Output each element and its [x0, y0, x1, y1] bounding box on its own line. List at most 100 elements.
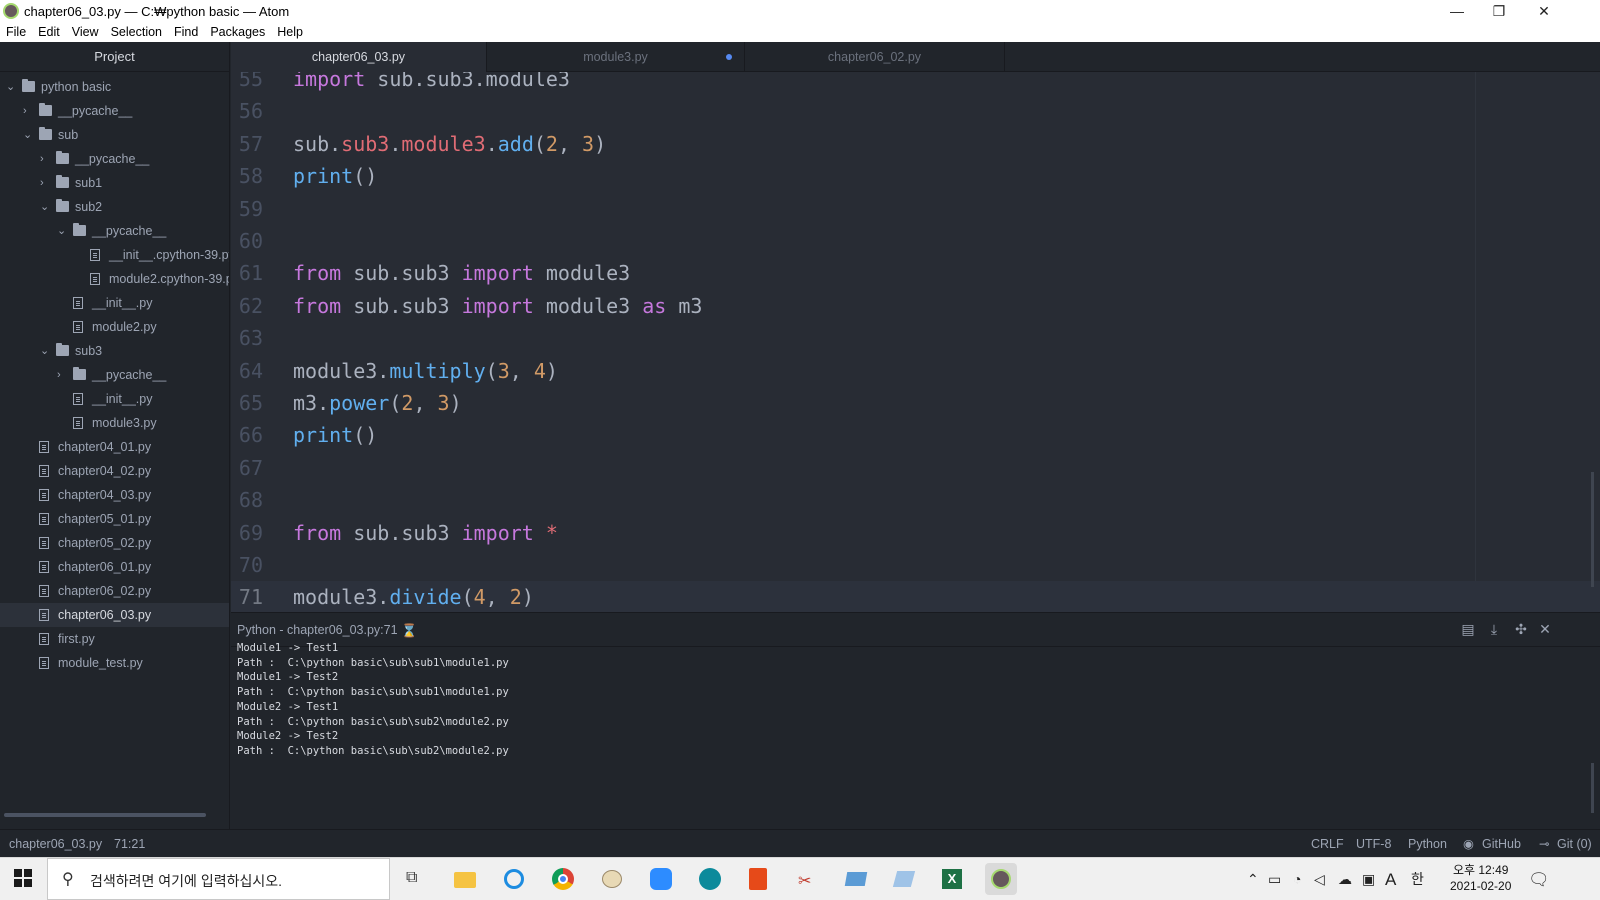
tree-file[interactable]: chapter04_01.py	[0, 435, 229, 459]
menu-view[interactable]: View	[72, 25, 99, 39]
minimize-button[interactable]: —	[1434, 0, 1480, 22]
status-grammar[interactable]: Python	[1408, 830, 1447, 858]
excel-icon[interactable]: X	[936, 863, 968, 895]
tree-file[interactable]: chapter06_02.py	[0, 579, 229, 603]
tree-file[interactable]: module3.py	[0, 411, 229, 435]
code-line[interactable]: 67	[231, 452, 1600, 484]
windows-start-icon[interactable]	[14, 869, 32, 887]
status-github[interactable]: GitHub	[1482, 830, 1521, 858]
tree-file[interactable]: module2.py	[0, 315, 229, 339]
tree-file[interactable]: chapter06_01.py	[0, 555, 229, 579]
download-icon[interactable]: ⤓	[1485, 621, 1503, 638]
notepad-icon[interactable]	[888, 863, 920, 895]
tree-folder[interactable]: › __pycache__	[0, 363, 229, 387]
code-line[interactable]: 68	[231, 484, 1600, 516]
code-line[interactable]: 62 from sub.sub3 import module3 as m3	[231, 290, 1600, 322]
tab-module3[interactable]: module3.py	[487, 42, 745, 72]
code-line[interactable]: 60	[231, 225, 1600, 257]
tree-file[interactable]: chapter05_01.py	[0, 507, 229, 531]
ime-language-indicator[interactable]: 한	[1411, 858, 1424, 900]
status-git[interactable]: Git (0)	[1557, 830, 1592, 858]
chevron-down-icon[interactable]: ⌄	[6, 75, 16, 99]
tree-file[interactable]: chapter04_03.py	[0, 483, 229, 507]
tree-folder[interactable]: ⌄ sub	[0, 123, 229, 147]
tree-folder[interactable]: › __pycache__	[0, 99, 229, 123]
code-line[interactable]: 69 from sub.sub3 import *	[231, 517, 1600, 549]
code-editor[interactable]: 55 import sub.sub3.module3 56 57 sub.sub3.mo…	[231, 72, 1600, 612]
ime-mode-indicator[interactable]: A	[1385, 858, 1396, 900]
tray-chevron-icon[interactable]: ⌃	[1247, 858, 1259, 900]
tree-folder[interactable]: › sub1	[0, 171, 229, 195]
close-panel-icon[interactable]: ✕	[1536, 621, 1554, 638]
paint-icon[interactable]	[596, 863, 628, 895]
wifi-icon[interactable]: ◔	[1293, 858, 1301, 900]
copy-output-icon[interactable]: ▤	[1459, 621, 1477, 638]
pin-icon[interactable]: ✣	[1512, 621, 1530, 638]
code-line[interactable]: 57 sub.sub3.module3.add(2, 3)	[231, 128, 1600, 160]
code-line[interactable]: 63	[231, 322, 1600, 354]
editor-scrollbar[interactable]	[1591, 472, 1594, 587]
camera-icon[interactable]: ▣	[1362, 858, 1375, 900]
tree-horizontal-scrollbar[interactable]	[4, 813, 206, 817]
tree-folder[interactable]: ⌄ python basic	[0, 75, 229, 99]
atom-taskbar-icon[interactable]	[985, 863, 1017, 895]
snipping-tool-icon[interactable]: ✂	[791, 863, 823, 895]
internet-explorer-icon[interactable]	[498, 863, 530, 895]
edge-icon[interactable]	[694, 863, 726, 895]
tree-file[interactable]: chapter05_02.py	[0, 531, 229, 555]
chevron-down-icon[interactable]: ⌄	[23, 123, 33, 147]
menu-selection[interactable]: Selection	[111, 25, 162, 39]
github-icon[interactable]: ◉	[1463, 830, 1474, 858]
chevron-right-icon[interactable]: ›	[23, 99, 33, 123]
code-line[interactable]: 61 from sub.sub3 import module3	[231, 257, 1600, 289]
status-line-ending[interactable]: CRLF	[1311, 830, 1344, 858]
tree-file[interactable]: __init__.py	[0, 387, 229, 411]
tree-file[interactable]: first.py	[0, 627, 229, 651]
code-line[interactable]: 55 import sub.sub3.module3	[231, 72, 1600, 95]
notification-icon[interactable]: 🗨	[1528, 858, 1550, 900]
volume-icon[interactable]: ◁	[1314, 858, 1325, 900]
code-line[interactable]: 65 m3.power(2, 3)	[231, 387, 1600, 419]
code-line[interactable]: 58 print()	[231, 160, 1600, 192]
close-button[interactable]: ✕	[1521, 0, 1567, 22]
tree-file[interactable]: module2.cpython-39.pyc	[0, 267, 229, 291]
chevron-right-icon[interactable]: ›	[40, 147, 50, 171]
tree-folder[interactable]: ⌄ __pycache__	[0, 219, 229, 243]
chevron-down-icon[interactable]: ⌄	[40, 339, 50, 363]
project-panel-title[interactable]: Project	[0, 42, 229, 72]
status-encoding[interactable]: UTF-8	[1356, 830, 1391, 858]
maximize-button[interactable]: ❐	[1476, 0, 1522, 22]
tree-file[interactable]: module_test.py	[0, 651, 229, 675]
tree-folder[interactable]: ⌄ sub2	[0, 195, 229, 219]
code-line[interactable]: 64 module3.multiply(3, 4)	[231, 355, 1600, 387]
menu-file[interactable]: File	[6, 25, 26, 39]
menu-edit[interactable]: Edit	[38, 25, 60, 39]
tree-file[interactable]: chapter04_02.py	[0, 459, 229, 483]
code-line[interactable]: 56	[231, 95, 1600, 127]
menu-find[interactable]: Find	[174, 25, 198, 39]
menu-packages[interactable]: Packages	[210, 25, 265, 39]
tree-file[interactable]: __init__.cpython-39.pyc	[0, 243, 229, 267]
panel-scrollbar[interactable]	[1591, 763, 1594, 813]
code-line[interactable]: 70	[231, 549, 1600, 581]
code-line[interactable]: 66 print()	[231, 419, 1600, 451]
tree-folder[interactable]: › __pycache__	[0, 147, 229, 171]
status-cursor-position[interactable]: 71:21	[114, 830, 145, 858]
zoom-icon[interactable]	[645, 863, 677, 895]
tray-device-icon[interactable]: ▭	[1268, 858, 1281, 900]
clock[interactable]: 오후 12:49 2021-02-20	[1450, 862, 1511, 894]
chevron-right-icon[interactable]: ›	[40, 171, 50, 195]
app-icon-blue[interactable]	[840, 863, 872, 895]
chrome-icon[interactable]	[547, 863, 579, 895]
chevron-down-icon[interactable]: ⌄	[40, 195, 50, 219]
chevron-right-icon[interactable]: ›	[57, 363, 67, 387]
code-line[interactable]: 59	[231, 193, 1600, 225]
file-explorer-icon[interactable]	[449, 863, 481, 895]
tab-chapter06-02[interactable]: chapter06_02.py	[745, 42, 1005, 72]
tree-file[interactable]: __init__.py	[0, 291, 229, 315]
code-line[interactable]: 71 module3.divide(4, 2)	[231, 581, 1600, 612]
menu-help[interactable]: Help	[277, 25, 303, 39]
status-file-name[interactable]: chapter06_03.py	[9, 830, 102, 858]
chevron-down-icon[interactable]: ⌄	[57, 219, 67, 243]
tree-file[interactable]: chapter06_03.py	[0, 603, 229, 627]
